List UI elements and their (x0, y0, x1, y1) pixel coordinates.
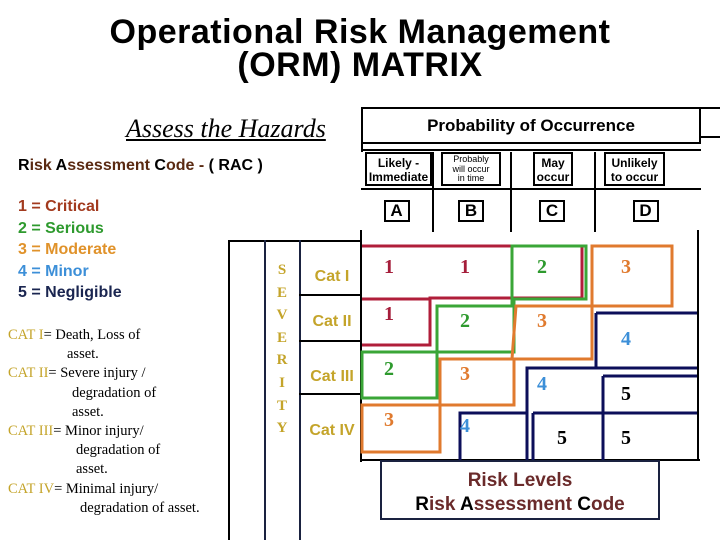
risk-levels-title: Risk Levels (467, 470, 573, 491)
matrix-cell: 2 (384, 358, 394, 380)
matrix-cell: 3 (460, 363, 470, 385)
matrix-cell: 3 (384, 409, 394, 431)
matrix-cell: 4 (537, 373, 547, 395)
matrix-cell: 1 (384, 256, 394, 278)
matrix-cell: 4 (621, 328, 631, 350)
matrix-cell: 5 (557, 427, 567, 449)
rl-ode: ode (590, 494, 625, 515)
risk-level-1-region (362, 244, 584, 347)
matrix-cell: 3 (621, 256, 631, 278)
matrix-cell: 4 (460, 415, 470, 437)
risk-level-4-region (458, 311, 697, 462)
matrix-cell: 1 (460, 256, 470, 278)
rl-c: C (577, 494, 591, 515)
matrix-cell: 3 (537, 310, 547, 332)
matrix-cell: 2 (537, 256, 547, 278)
risk-levels-box: Risk Levels Risk Assessment Code (380, 460, 660, 520)
matrix-cell: 5 (621, 383, 631, 405)
matrix-cell: 5 (621, 427, 631, 449)
rl-r: R (415, 494, 429, 515)
rl-ssessment: ssessment (473, 494, 578, 515)
risk-level-2-region (360, 244, 588, 400)
rl-isk: isk (428, 494, 460, 515)
risk-levels-subtitle: Risk Assessment Code (382, 493, 658, 517)
matrix-cell: 1 (384, 303, 394, 325)
rl-a: A (459, 494, 474, 515)
risk-matrix (360, 244, 697, 462)
matrix-cell: 2 (460, 310, 470, 332)
